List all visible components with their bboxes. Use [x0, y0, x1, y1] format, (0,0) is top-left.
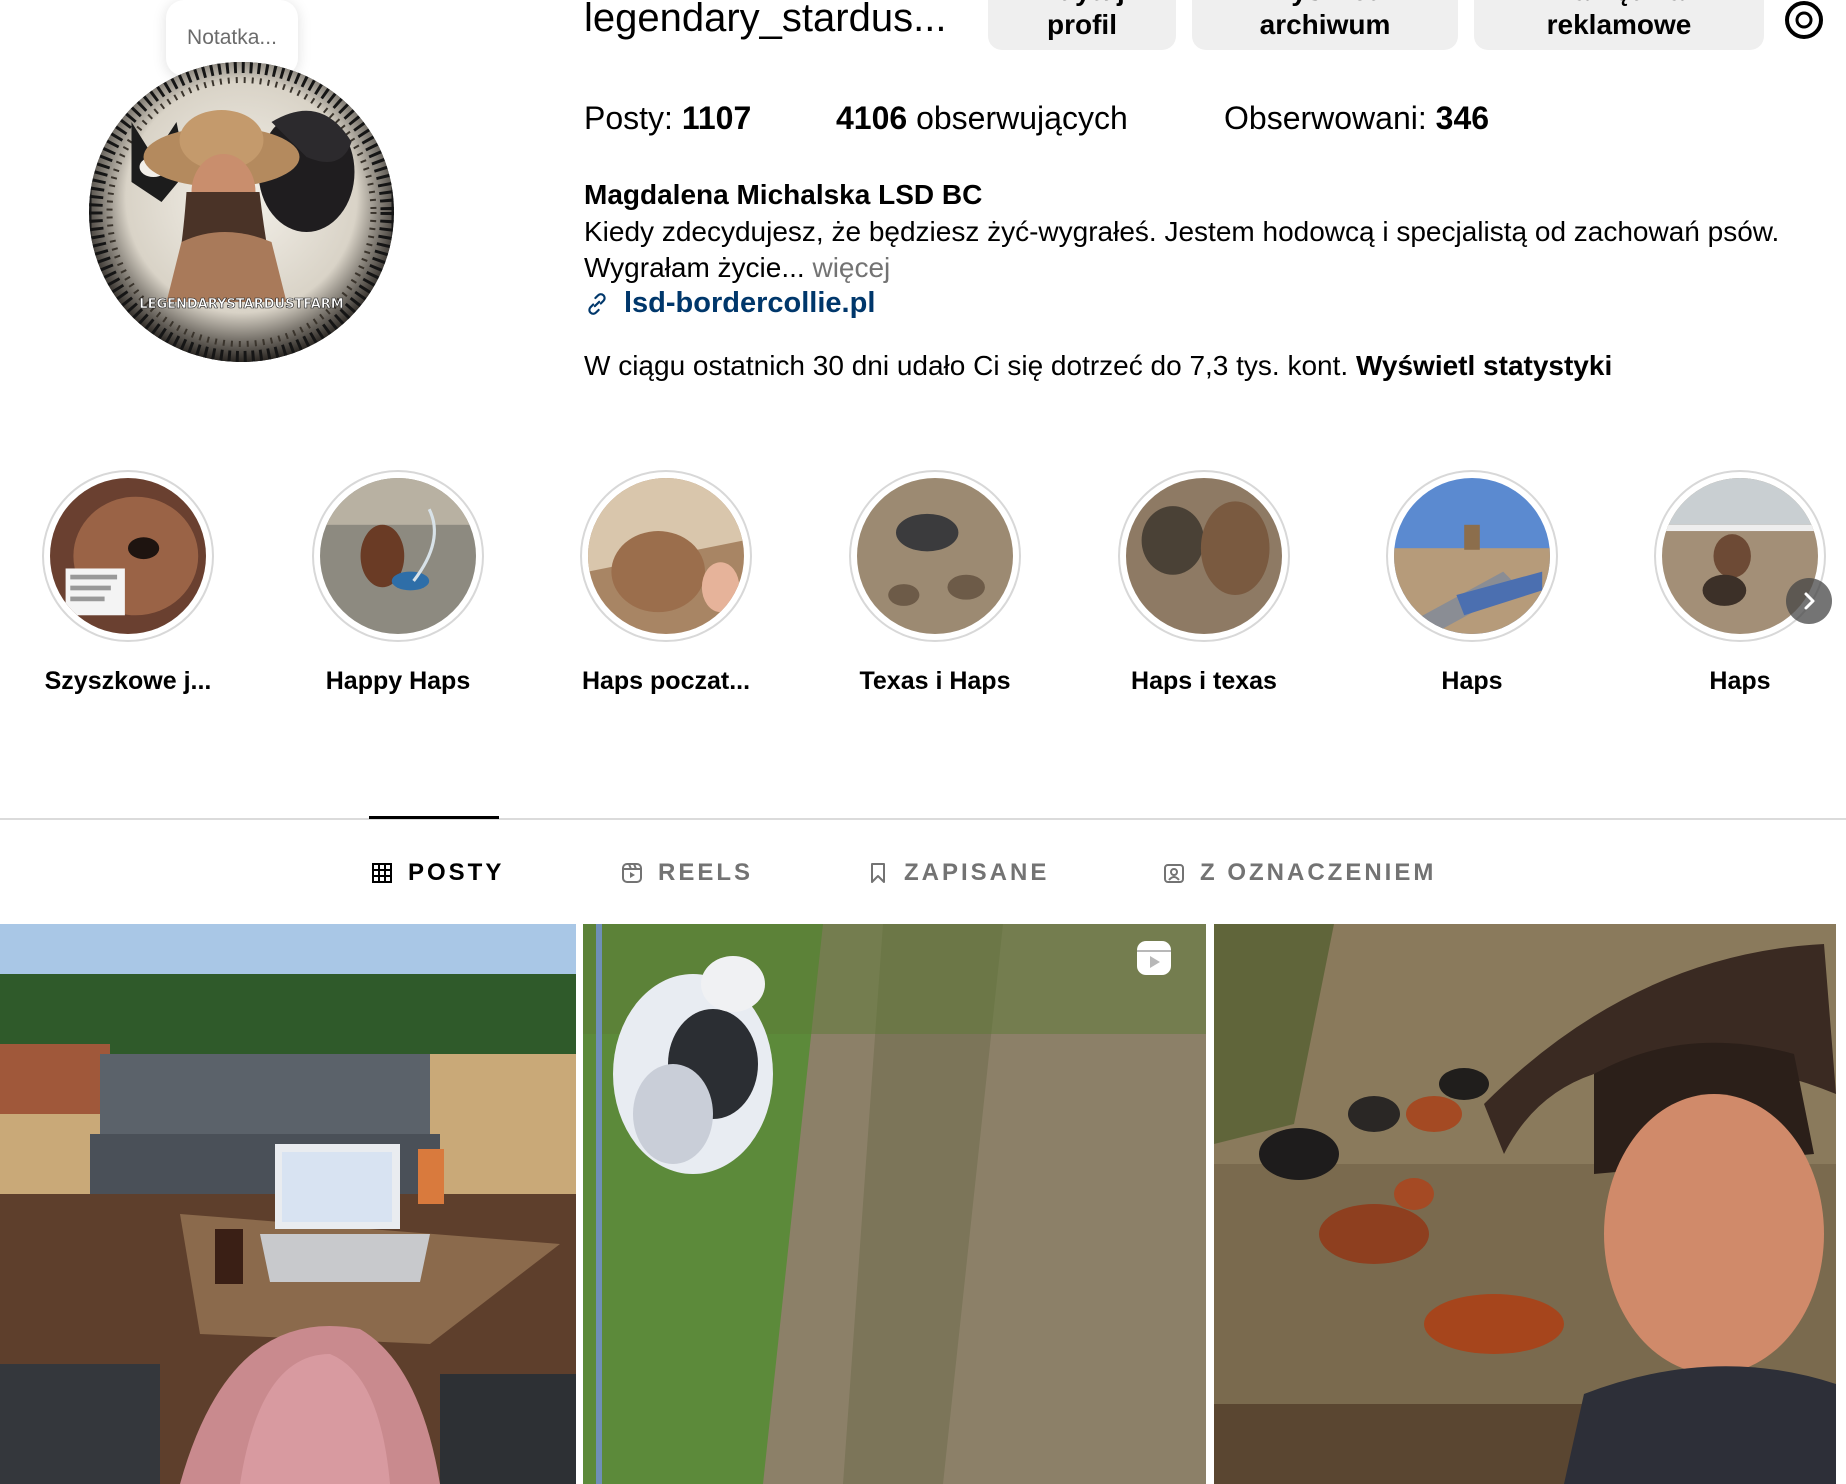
ad-tools-button[interactable]: Narzędzia reklamowe [1474, 0, 1764, 50]
story-highlights: Szyszkowe j... Happy Haps Haps poczat...… [0, 470, 1846, 720]
highlight-label: Szyszkowe j... [44, 667, 212, 695]
highlight-ring [1386, 470, 1558, 642]
highlight-cover-image [1394, 478, 1550, 634]
tab-saved[interactable]: ZAPISANE [866, 856, 1049, 890]
post-image [583, 924, 1206, 1484]
highlight-item[interactable]: Texas i Haps [835, 470, 1035, 696]
highlight-label: Texas i Haps [859, 667, 1011, 695]
reel-indicator-icon [1137, 941, 1171, 975]
profile-header: Notatka... LEGENDARYSTARDUSTFARM legenda… [0, 0, 1846, 440]
bookmark-icon [871, 863, 885, 883]
tab-tagged[interactable]: Z OZNACZENIEM [1162, 856, 1436, 890]
highlight-cover [1394, 478, 1550, 634]
profile-username: legendary_stardus... [584, 0, 947, 40]
highlight-item[interactable]: Haps poczat... [566, 470, 766, 696]
following-count[interactable]: Obserwowani: 346 [1224, 98, 1489, 138]
edit-profile-label-2: profil [1047, 9, 1117, 40]
highlight-cover-image [588, 478, 744, 634]
view-archive-button[interactable]: Wyświetl archiwum [1192, 0, 1458, 50]
highlight-label: Haps i texas [1131, 667, 1277, 695]
reach-summary: W ciągu ostatnich 30 dni udało Ci się do… [584, 348, 1612, 384]
ad-tools-label-1: Narzędzia [1554, 0, 1685, 8]
post-thumbnail[interactable] [1214, 924, 1836, 1484]
highlights-next-button[interactable] [1786, 578, 1832, 624]
highlight-cover-image [1126, 478, 1282, 634]
highlight-label: Haps [1709, 667, 1771, 695]
reach-text: W ciągu ostatnich 30 dni udało Ci się do… [584, 350, 1356, 381]
post-thumbnail[interactable] [0, 924, 576, 1484]
followers-count[interactable]: 4106 obserwujących [836, 98, 1128, 138]
followers-label: obserwujących [907, 100, 1128, 136]
post-image [1214, 924, 1836, 1484]
tab-reels-label: REELS [658, 859, 754, 886]
highlight-label: Haps [1441, 667, 1503, 695]
bio-more-link[interactable]: więcej [812, 252, 890, 283]
highlight-label: Happy Haps [325, 667, 471, 695]
highlight-item[interactable]: Haps [1372, 470, 1572, 696]
highlight-ring [312, 470, 484, 642]
highlight-label: Haps poczat... [581, 667, 751, 695]
profile-avatar[interactable]: LEGENDARYSTARDUSTFARM [89, 62, 394, 362]
highlight-item[interactable]: Haps i texas [1104, 470, 1304, 696]
highlight-item[interactable]: Happy Haps [298, 470, 498, 696]
tagged-icon [1164, 864, 1184, 883]
profile-link-text: lsd-bordercollie.pl [624, 287, 876, 319]
following-label: Obserwowani: [1224, 100, 1436, 136]
edit-profile-label-1: Edytuj [1039, 0, 1125, 8]
posts-grid [0, 924, 1846, 1484]
highlight-cover [50, 478, 206, 634]
view-archive-label-1: Wyświetl [1265, 0, 1384, 8]
highlight-item[interactable]: Szyszkowe j... [28, 470, 228, 696]
grid-icon [372, 863, 392, 883]
tab-posts-label: POSTY [408, 859, 505, 886]
tab-reels[interactable]: REELS [620, 856, 753, 890]
tab-saved-label: ZAPISANE [904, 859, 1050, 886]
post-thumbnail[interactable] [583, 924, 1206, 1484]
followers-value: 4106 [836, 100, 908, 136]
reels-icon [622, 863, 642, 883]
edit-profile-button[interactable]: Edytuj profil [988, 0, 1176, 50]
highlight-cover-image [320, 478, 476, 634]
avatar-image: LEGENDARYSTARDUSTFARM [89, 62, 394, 362]
highlight-cover [588, 478, 744, 634]
gear-icon[interactable] [1782, 0, 1826, 40]
highlight-cover [320, 478, 476, 634]
avatar-watermark: LEGENDARYSTARDUSTFARM [139, 297, 343, 312]
highlight-cover [1126, 478, 1282, 634]
ad-tools-label-2: reklamowe [1546, 9, 1692, 40]
view-insights-link[interactable]: Wyświetl statystyki [1356, 350, 1612, 381]
posts-value: 1107 [681, 100, 752, 136]
highlight-cover-image [857, 478, 1013, 634]
active-tab-indicator [369, 816, 499, 819]
following-value: 346 [1435, 100, 1490, 136]
highlight-ring [580, 470, 752, 642]
post-image [0, 924, 576, 1484]
highlight-ring [849, 470, 1021, 642]
profile-link[interactable]: lsd-bordercollie.pl [584, 287, 875, 320]
highlight-cover [857, 478, 1013, 634]
link-icon [588, 292, 606, 315]
profile-bio: Kiedy zdecydujesz, że będziesz żyć-wygra… [584, 214, 1844, 286]
bio-text: Kiedy zdecydujesz, że będziesz żyć-wygra… [584, 216, 1780, 283]
tabs-divider [0, 818, 1846, 820]
posts-label: Posty: [584, 100, 682, 136]
highlight-ring [42, 470, 214, 642]
highlight-cover-image [50, 478, 206, 634]
posts-count: Posty: 1107 [584, 98, 751, 138]
highlight-ring [1118, 470, 1290, 642]
tab-posts[interactable]: POSTY [370, 856, 504, 890]
view-archive-label-2: archiwum [1259, 9, 1391, 40]
chevron-right-icon [1804, 592, 1815, 610]
profile-full-name: Magdalena Michalska LSD BC [584, 179, 983, 210]
note-text: Notatka... [187, 26, 277, 49]
tab-tagged-label: Z OZNACZENIEM [1200, 859, 1437, 886]
